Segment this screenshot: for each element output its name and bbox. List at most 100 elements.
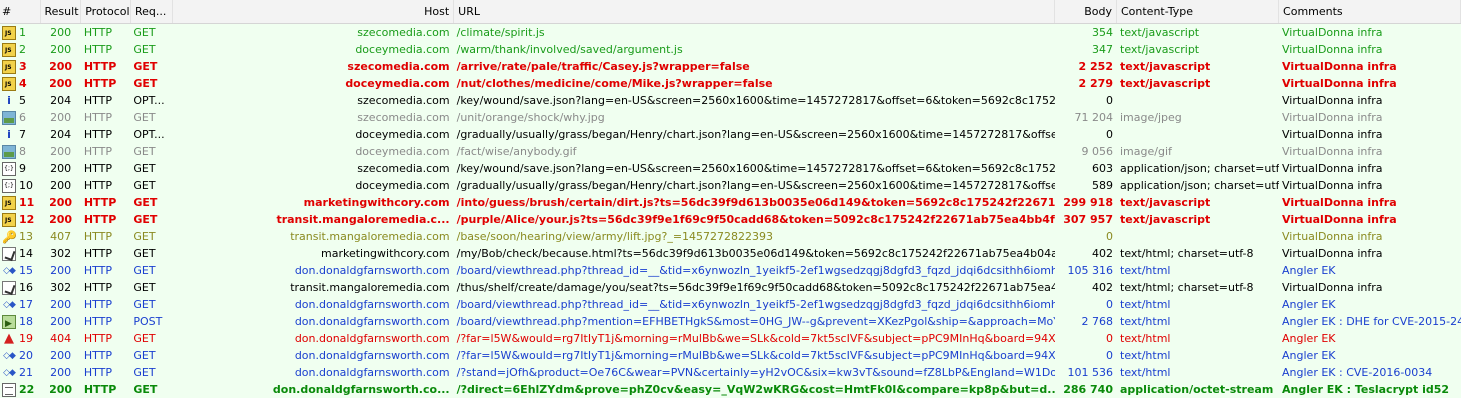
cell-num: {;} 9 bbox=[0, 160, 40, 177]
cell-comments: VirtualDonna infra bbox=[1282, 196, 1397, 209]
session-row[interactable]: 3 200 HTTP GET szecomedia.com/arrive/rate/pa… bbox=[0, 58, 1461, 75]
cell-body: 589 bbox=[1092, 179, 1113, 192]
session-row[interactable]: 6 200 HTTP GET szecomedia.com/unit/orange/sh… bbox=[0, 109, 1461, 126]
column-header-body[interactable]: Body bbox=[1055, 0, 1117, 23]
cell-result: 302 bbox=[50, 247, 72, 260]
cell-host: don.donaldgfarnsworth.com bbox=[294, 332, 450, 345]
cell-comments: Angler EK bbox=[1282, 332, 1336, 345]
post-icon bbox=[2, 314, 16, 330]
cell-body: 101 536 bbox=[1067, 366, 1114, 379]
cell-num: 8 bbox=[0, 143, 40, 160]
cell-comments: Angler EK : CVE-2016-0034 bbox=[1282, 366, 1433, 379]
js-file-icon bbox=[2, 59, 16, 74]
cell-url: /board/viewthread.php?thread_id=__&tid=x… bbox=[456, 264, 1055, 277]
session-row[interactable]: 4 200 HTTP GET doceymedia.com/nut/clothes/me… bbox=[0, 75, 1461, 92]
cell-body: 354 bbox=[1092, 26, 1113, 39]
cell-url: /nut/clothes/medicine/come/Mike.js?wrapp… bbox=[456, 77, 773, 90]
session-row[interactable]: 12 200 HTTP GET transit.mangaloremedia.c... /… bbox=[0, 211, 1461, 228]
session-row[interactable]: ◇◆ 21 200 HTTP GET don.donaldgfarnsworth.com /… bbox=[0, 364, 1461, 381]
cell-url: /into/guess/brush/certain/dirt.js?ts=56d… bbox=[456, 196, 1055, 209]
cell-comments: VirtualDonna infra bbox=[1282, 60, 1397, 73]
cell-host: don.donaldgfarnsworth.com bbox=[294, 315, 450, 328]
session-row[interactable]: {;} 10 200 HTTP GET doceymedia.com/gradually/… bbox=[0, 177, 1461, 194]
cell-content-type: text/javascript bbox=[1120, 26, 1200, 39]
session-row[interactable]: 🔑 13 407 HTTP GET transit.mangaloremedia.com /… bbox=[0, 228, 1461, 245]
cell-body: 0 bbox=[1106, 94, 1113, 107]
session-row[interactable]: ◇◆ 17 200 HTTP GET don.donaldgfarnsworth.com /… bbox=[0, 296, 1461, 313]
cell-host: doceymedia.com bbox=[355, 43, 450, 56]
session-row[interactable]: 1 200 HTTP GET szecomedia.com/climate/spirit… bbox=[0, 24, 1461, 41]
session-row[interactable]: 8 200 HTTP GET doceymedia.com/fact/wise/anyb… bbox=[0, 143, 1461, 160]
session-row[interactable]: {;} 9 200 HTTP GET szecomedia.com/key/wound/s… bbox=[0, 160, 1461, 177]
cell-protocol: HTTP bbox=[83, 128, 112, 141]
image-file-icon bbox=[2, 110, 16, 125]
sessions-grid[interactable]: # Result Protocol Req... Host URL Body C… bbox=[0, 0, 1461, 398]
session-number: 17 bbox=[19, 298, 33, 311]
cell-url: /board/viewthread.php?mention=EFHBETHgkS… bbox=[456, 315, 1055, 328]
session-number: 19 bbox=[19, 332, 33, 345]
cell-protocol: HTTP bbox=[83, 162, 112, 175]
html-file-icon: ◇◆ bbox=[3, 350, 16, 361]
cell-body: 2 252 bbox=[1078, 60, 1113, 73]
session-row[interactable]: ◇◆ 20 200 HTTP GET don.donaldgfarnsworth.com /… bbox=[0, 347, 1461, 364]
session-row[interactable]: i 5 204 HTTP OPT... szecomedia.com/key/wound/… bbox=[0, 92, 1461, 109]
cell-request: GET bbox=[133, 196, 158, 209]
column-header-comments[interactable]: Comments bbox=[1279, 0, 1461, 23]
cell-request: GET bbox=[133, 247, 156, 260]
cell-body: 347 bbox=[1092, 43, 1113, 56]
cell-result: 200 bbox=[50, 366, 72, 379]
cell-host: marketingwithcory.com bbox=[303, 196, 450, 209]
json-file-icon: {;} bbox=[2, 161, 16, 176]
cell-result: 200 bbox=[49, 196, 73, 209]
cell-content-type: text/javascript bbox=[1120, 43, 1200, 56]
cell-request: GET bbox=[133, 60, 158, 73]
cell-protocol: HTTP bbox=[83, 366, 112, 379]
column-header-content-type[interactable]: Content-Type bbox=[1117, 0, 1280, 23]
cell-request: GET bbox=[133, 383, 158, 396]
cell-url: /my/Bob/check/because.html?ts=56dc39f9d6… bbox=[456, 247, 1055, 260]
cell-request: GET bbox=[133, 349, 156, 362]
column-header-request[interactable]: Req... bbox=[131, 0, 173, 23]
session-row[interactable]: ▲ 19 404 HTTP GET don.donaldgfarnsworth.com /?… bbox=[0, 330, 1461, 347]
cell-num: {;} 10 bbox=[0, 177, 40, 194]
cell-result: 200 bbox=[50, 43, 72, 56]
column-header-url[interactable]: URL bbox=[454, 0, 1055, 23]
session-number: 11 bbox=[19, 196, 35, 209]
cell-protocol: HTTP bbox=[83, 145, 112, 158]
session-row[interactable]: 22 200 HTTP GET don.donaldgfarnsworth.co... /… bbox=[0, 381, 1461, 398]
session-row[interactable]: 11 200 HTTP GET marketingwithcory.com/into/g… bbox=[0, 194, 1461, 211]
cell-request: GET bbox=[133, 332, 156, 345]
session-number: 5 bbox=[19, 94, 26, 107]
column-header-num[interactable]: # bbox=[0, 0, 41, 23]
column-header-result[interactable]: Result bbox=[41, 0, 82, 23]
session-row[interactable]: 2 200 HTTP GET doceymedia.com/warm/thank/inv… bbox=[0, 41, 1461, 58]
session-row[interactable]: 16 302 HTTP GET transit.mangaloremedia.com/t… bbox=[0, 279, 1461, 296]
cell-url: /?far=l5W&would=rg7ItIyT1j&morning=rMulB… bbox=[456, 332, 1055, 345]
cell-comments: VirtualDonna infra bbox=[1282, 26, 1383, 39]
cell-comments: Angler EK bbox=[1282, 349, 1336, 362]
info-icon: i bbox=[7, 93, 11, 107]
cell-url: /thus/shelf/create/damage/you/seat?ts=56… bbox=[456, 281, 1055, 294]
session-row[interactable]: 14 302 HTTP GET marketingwithcory.com/my/Bob… bbox=[0, 245, 1461, 262]
session-row[interactable]: 18 200 HTTP POST don.donaldgfarnsworth.com/b… bbox=[0, 313, 1461, 330]
cell-comments: VirtualDonna infra bbox=[1282, 247, 1383, 260]
cell-num: 6 bbox=[0, 109, 40, 126]
column-header-host[interactable]: Host bbox=[173, 0, 455, 23]
session-number: 1 bbox=[19, 26, 26, 39]
column-header-protocol[interactable]: Protocol bbox=[81, 0, 131, 23]
cell-request: GET bbox=[133, 162, 156, 175]
cell-result: 404 bbox=[50, 332, 72, 345]
redirect-icon bbox=[2, 246, 16, 261]
cell-url: /gradually/usually/grass/began/Henry/cha… bbox=[456, 128, 1055, 141]
session-row[interactable]: i 7 204 HTTP OPT... doceymedia.com/gradually/… bbox=[0, 126, 1461, 143]
cell-request: GET bbox=[133, 77, 158, 90]
session-number: 2 bbox=[19, 43, 26, 56]
cell-comments: Angler EK : DHE for CVE-2015-2419 bbox=[1282, 315, 1461, 328]
cell-protocol: HTTP bbox=[83, 230, 112, 243]
cell-num: 16 bbox=[0, 279, 40, 296]
html-file-icon: ◇◆ bbox=[3, 299, 16, 310]
session-row[interactable]: ◇◆ 15 200 HTTP GET don.donaldgfarnsworth.com /… bbox=[0, 262, 1461, 279]
cell-result: 407 bbox=[50, 230, 72, 243]
cell-content-type: image/gif bbox=[1120, 145, 1172, 158]
session-number: 4 bbox=[19, 77, 27, 90]
